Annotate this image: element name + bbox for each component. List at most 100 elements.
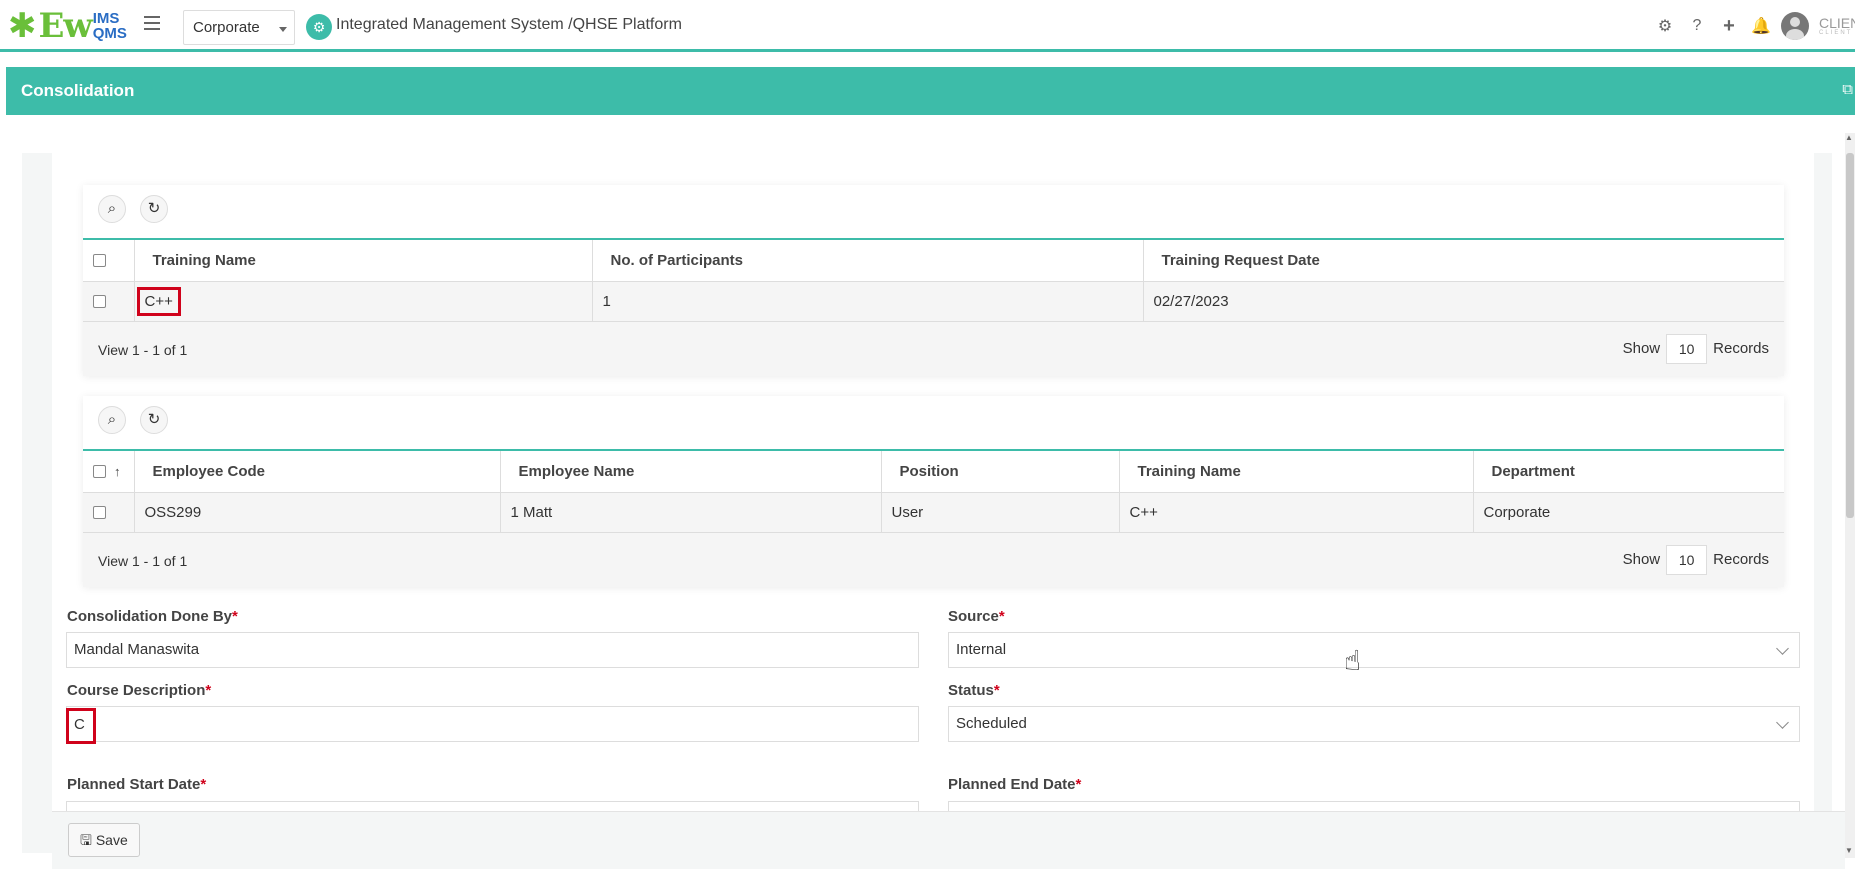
- column-header-training-name[interactable]: Training Name: [1119, 450, 1474, 493]
- cell-request-date: 02/27/2023: [1143, 281, 1784, 322]
- status-label: Status*: [948, 682, 1000, 699]
- row-checkbox-cell: [83, 281, 135, 322]
- scroll-down-icon[interactable]: ▼: [1845, 846, 1853, 855]
- chevron-down-icon: [1776, 716, 1789, 729]
- consolidation-done-by-label: Consolidation Done By*: [67, 608, 238, 625]
- logo-qms-text: QMS: [92, 25, 127, 42]
- pager-controls: Show 10 Records: [1622, 544, 1769, 575]
- source-select[interactable]: Internal: [948, 632, 1800, 668]
- scrollbar-thumb[interactable]: [1846, 153, 1854, 518]
- client-name: CLIENT: [1819, 16, 1855, 31]
- employee-grid-footer: View 1 - 1 of 1 Show 10 Records: [83, 532, 1784, 587]
- logo-ims-qms: IMS QMS: [93, 11, 127, 41]
- employee-grid-toolbar: ⌕ ↻: [83, 396, 1784, 449]
- bell-icon[interactable]: 🔔: [1745, 16, 1777, 36]
- cell-training-name: C++: [134, 281, 593, 322]
- hand-cursor-icon: ☝: [1344, 645, 1362, 676]
- hamburger-menu-icon[interactable]: [144, 16, 160, 30]
- course-description-field[interactable]: [66, 706, 919, 742]
- column-header-position[interactable]: Position: [881, 450, 1120, 493]
- page-size-select[interactable]: 10: [1666, 333, 1708, 364]
- planned-end-date-label: Planned End Date*: [948, 776, 1082, 793]
- column-header-department[interactable]: Department: [1473, 450, 1784, 493]
- show-label: Show: [1622, 340, 1661, 357]
- logo-ims-text: IMS: [92, 10, 120, 27]
- panel-title: Consolidation: [21, 81, 135, 100]
- source-value: Internal: [956, 641, 1007, 658]
- training-grid-footer: View 1 - 1 of 1 Show 10 Records: [83, 321, 1784, 376]
- save-icon: 🖫: [80, 832, 92, 848]
- avatar[interactable]: [1781, 12, 1809, 40]
- course-description-value: C: [66, 708, 96, 744]
- refresh-icon[interactable]: ↻: [140, 195, 168, 223]
- cell-training-name: C++: [1119, 492, 1474, 533]
- plus-icon[interactable]: +: [1713, 15, 1745, 38]
- training-grid-toolbar: ⌕ ↻: [83, 185, 1784, 238]
- save-button-label: Save: [95, 832, 128, 848]
- pager-info: View 1 - 1 of 1: [98, 341, 188, 358]
- organization-select[interactable]: Corporate: [183, 10, 295, 45]
- column-header-participants[interactable]: No. of Participants: [592, 239, 1144, 282]
- employee-grid: ⌕ ↻ ↑ Employee Code Employee Name Positi…: [83, 396, 1784, 587]
- select-all-checkbox-cell: [83, 239, 135, 282]
- external-link-icon[interactable]: ⧉: [1842, 81, 1853, 98]
- show-label: Show: [1622, 551, 1661, 568]
- pager-info: View 1 - 1 of 1: [98, 552, 188, 569]
- save-bar: 🖫 Save: [52, 811, 1845, 869]
- planned-start-date-label: Planned Start Date*: [67, 776, 207, 793]
- row-checkbox-cell: [83, 492, 135, 533]
- cell-participants: 1: [592, 281, 1144, 322]
- cell-position: User: [881, 492, 1120, 533]
- training-table: Training Name No. of Participants Traini…: [83, 238, 1784, 322]
- top-navbar: ✱ Ew IMS QMS Corporate ⚙ Integrated Mana…: [0, 0, 1855, 52]
- consolidation-done-by-field[interactable]: Mandal Manaswita: [66, 632, 919, 668]
- chevron-down-icon: [1776, 642, 1789, 655]
- page-size-select[interactable]: 10: [1666, 544, 1708, 575]
- training-grid: ⌕ ↻ Training Name No. of Participants Tr…: [83, 185, 1784, 376]
- search-icon[interactable]: ⌕: [98, 195, 126, 223]
- table-row[interactable]: C++ 1 02/27/2023: [83, 281, 1784, 322]
- employee-table: ↑ Employee Code Employee Name Position T…: [83, 449, 1784, 533]
- logo-star-icon: ✱: [8, 7, 37, 45]
- refresh-icon[interactable]: ↻: [140, 406, 168, 434]
- cell-employee-code: OSS299: [134, 492, 501, 533]
- scroll-up-icon[interactable]: ▲: [1845, 133, 1853, 142]
- search-icon[interactable]: ⌕: [98, 406, 126, 434]
- consolidation-done-by-value: Mandal Manaswita: [74, 641, 200, 658]
- records-label: Records: [1713, 340, 1769, 357]
- logo-ew-text: Ew: [38, 6, 93, 46]
- caret-down-icon: [279, 27, 287, 32]
- column-header-employee-code[interactable]: Employee Code: [134, 450, 501, 493]
- column-header-request-date[interactable]: Training Request Date: [1143, 239, 1784, 282]
- client-label[interactable]: CLIENT CLIENT: [1819, 16, 1855, 36]
- cell-employee-name: 1 Matt: [500, 492, 882, 533]
- highlighted-training-name: C++: [136, 286, 181, 316]
- save-button[interactable]: 🖫 Save: [68, 823, 140, 857]
- app-title: Integrated Management System /QHSE Platf…: [336, 16, 682, 33]
- pager-controls: Show 10 Records: [1622, 333, 1769, 364]
- sort-arrow-icon[interactable]: ↑: [114, 464, 121, 479]
- table-header-row: ↑ Employee Code Employee Name Position T…: [83, 450, 1784, 493]
- select-all-checkbox-cell: ↑: [83, 450, 135, 493]
- app-gear-icon: ⚙: [306, 14, 332, 40]
- status-value: Scheduled: [956, 715, 1027, 732]
- organization-select-value: Corporate: [193, 19, 260, 36]
- panel-header: Consolidation ⧉: [6, 67, 1855, 115]
- table-row[interactable]: OSS299 1 Matt User C++ Corporate: [83, 492, 1784, 533]
- records-label: Records: [1713, 551, 1769, 568]
- status-select[interactable]: Scheduled: [948, 706, 1800, 742]
- select-all-checkbox[interactable]: [93, 254, 106, 268]
- client-sub: CLIENT: [1819, 30, 1853, 36]
- gear-icon[interactable]: ⚙: [1649, 16, 1681, 36]
- help-icon[interactable]: ?: [1681, 17, 1713, 35]
- column-header-training-name[interactable]: Training Name: [134, 239, 593, 282]
- row-checkbox[interactable]: [93, 295, 106, 309]
- select-all-checkbox[interactable]: [93, 465, 106, 479]
- course-description-label: Course Description*: [67, 682, 212, 699]
- navbar-actions: ⚙ ? + 🔔 CLIENT CLIENT: [1649, 0, 1855, 52]
- column-header-employee-name[interactable]: Employee Name: [500, 450, 882, 493]
- table-header-row: Training Name No. of Participants Traini…: [83, 239, 1784, 282]
- row-checkbox[interactable]: [93, 506, 106, 520]
- source-label: Source*: [948, 608, 1005, 625]
- app-logo[interactable]: ✱ Ew IMS QMS: [8, 6, 127, 46]
